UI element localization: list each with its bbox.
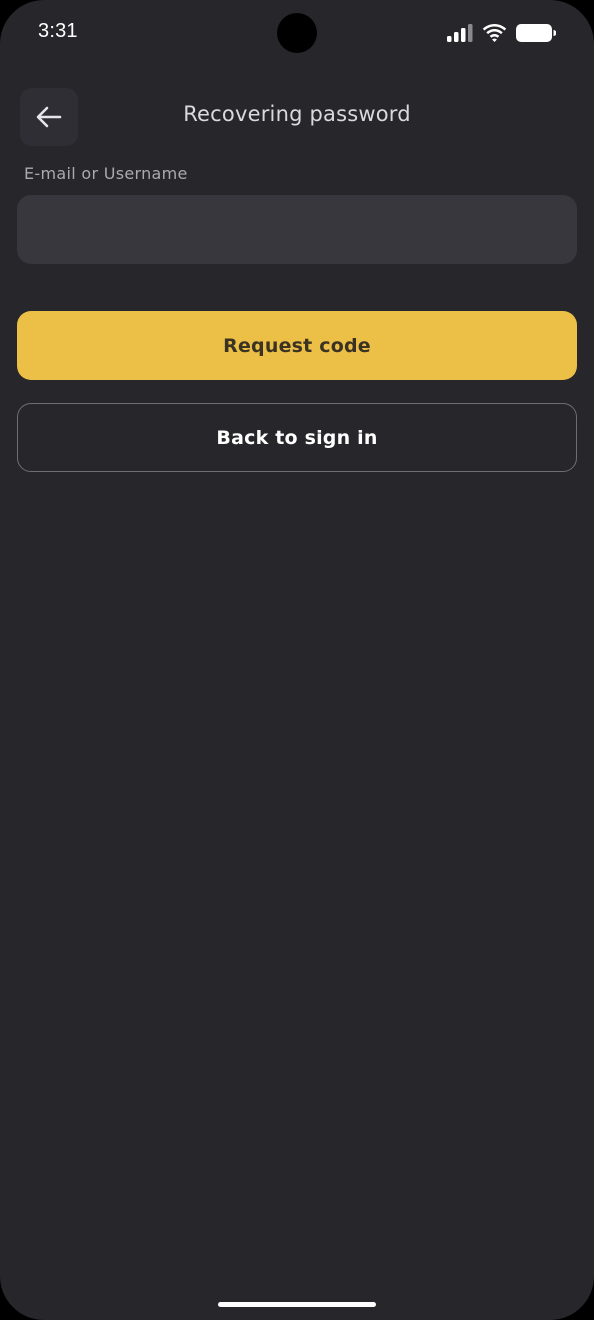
phone-screen: 3:31 Recovering password E-mail or Usern…: [0, 0, 594, 1320]
status-icons: [447, 22, 556, 44]
page-title: Recovering password: [183, 102, 411, 126]
back-to-sign-in-button[interactable]: Back to sign in: [17, 403, 577, 472]
email-field-label: E-mail or Username: [24, 164, 188, 183]
status-time: 3:31: [38, 20, 78, 42]
request-code-button[interactable]: Request code: [17, 311, 577, 380]
email-or-username-input[interactable]: [17, 195, 577, 264]
signal-icon: [447, 24, 473, 42]
battery-icon: [516, 24, 556, 42]
front-camera: [277, 13, 317, 53]
home-indicator[interactable]: [218, 1302, 376, 1307]
wifi-icon: [482, 24, 507, 42]
status-bar: 3:31: [0, 0, 594, 66]
